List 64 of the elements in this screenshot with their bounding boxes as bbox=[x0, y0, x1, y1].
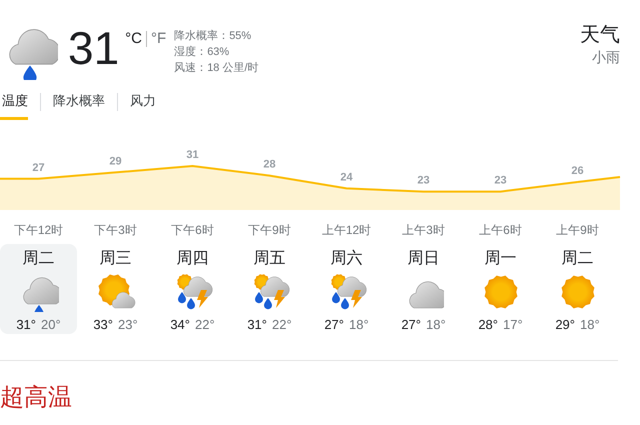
low-temperature: 18° bbox=[580, 316, 600, 334]
day-name: 周一 bbox=[484, 249, 516, 269]
time-label: 下午6时 bbox=[171, 222, 214, 238]
day-card[interactable]: 周五 31° 22° bbox=[231, 244, 308, 334]
high-temperature: 27° bbox=[401, 316, 421, 334]
day-card[interactable]: 周一 28° 17° bbox=[462, 244, 539, 334]
data-label: 24 bbox=[340, 171, 353, 184]
unit-toggle[interactable]: °F bbox=[151, 30, 166, 48]
area-edge bbox=[0, 178, 38, 210]
day-card[interactable]: 周日 27° 18° bbox=[385, 244, 462, 334]
low-temperature: 18° bbox=[349, 316, 369, 334]
low-temperature: 22° bbox=[195, 316, 215, 334]
data-label: 31 bbox=[186, 149, 199, 161]
data-label: 23 bbox=[494, 174, 507, 187]
line-extension bbox=[577, 176, 620, 183]
day-name: 周六 bbox=[330, 248, 362, 269]
weather-detail: 风速：18 公里/时 bbox=[174, 61, 259, 76]
time-label: 上午3时 bbox=[402, 222, 445, 238]
day-card[interactable]: 周二 31° 20° bbox=[0, 244, 77, 334]
low-temperature: 18° bbox=[426, 316, 446, 334]
current-temperature: 31 bbox=[68, 22, 120, 74]
day-name: 周三 bbox=[100, 249, 132, 269]
area-edge bbox=[578, 177, 620, 210]
weather-title: 天气 bbox=[580, 23, 620, 48]
low-temperature: 23° bbox=[118, 316, 138, 334]
day-card[interactable]: 周二 29° 18° bbox=[539, 244, 616, 334]
day-name: 周四 bbox=[176, 249, 208, 269]
line-extension bbox=[0, 178, 38, 180]
time-label: 下午3时 bbox=[94, 222, 137, 238]
day-card[interactable]: 周三 33° 23° bbox=[77, 244, 154, 334]
high-temperature: 34° bbox=[170, 316, 190, 334]
low-temperature: 22° bbox=[272, 316, 292, 334]
day-card[interactable]: 周四 34° 22° bbox=[154, 244, 231, 334]
weather-detail: 湿度：63% bbox=[174, 44, 230, 60]
weather-condition: 小雨 bbox=[592, 48, 620, 66]
day-name: 周二 bbox=[562, 249, 594, 269]
tab[interactable]: 风力 bbox=[130, 84, 156, 120]
time-label: 上午12时 bbox=[322, 222, 372, 238]
time-label: 上午6时 bbox=[479, 222, 522, 238]
day-name: 周日 bbox=[408, 249, 440, 269]
high-temperature: 27° bbox=[324, 316, 344, 334]
day-card[interactable]: 周六 27° 18° bbox=[308, 244, 385, 334]
data-label: 28 bbox=[263, 158, 276, 171]
data-label: 27 bbox=[32, 162, 45, 174]
high-temperature: 29° bbox=[555, 316, 575, 334]
high-temperature: 31° bbox=[16, 316, 36, 334]
unit-toggle[interactable]: °C bbox=[125, 30, 142, 48]
time-label: 下午9时 bbox=[248, 222, 291, 238]
tab[interactable]: 温度 bbox=[0, 84, 28, 120]
high-temperature: 33° bbox=[93, 316, 113, 334]
day-name: 周二 bbox=[22, 249, 54, 269]
data-label: 23 bbox=[417, 174, 430, 187]
low-temperature: 20° bbox=[41, 316, 61, 334]
day-name: 周五 bbox=[254, 249, 286, 269]
high-temperature: 31° bbox=[247, 316, 267, 334]
low-temperature: 17° bbox=[503, 316, 523, 334]
high-temperature: 28° bbox=[478, 316, 498, 334]
time-label: 下午12时 bbox=[14, 222, 64, 238]
data-label: 29 bbox=[109, 155, 122, 168]
weather-detail: 降水概率：55% bbox=[174, 28, 252, 44]
time-label: 上午9时 bbox=[556, 222, 599, 238]
alert-title: 超高温 bbox=[0, 383, 73, 413]
tab[interactable]: 降水概率 bbox=[53, 84, 105, 120]
data-label: 26 bbox=[571, 165, 584, 177]
